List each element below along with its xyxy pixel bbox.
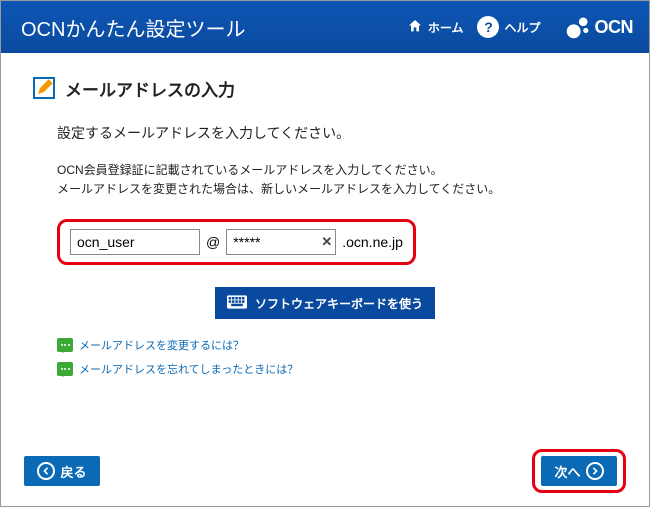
ocn-logo: OCN: [565, 14, 634, 40]
arrow-left-icon: [37, 462, 55, 480]
ocn-logo-icon: [565, 14, 591, 40]
desc-line-1: OCN会員登録証に記載されているメールアドレスを入力してください。: [57, 161, 619, 180]
software-keyboard-button[interactable]: ソフトウェアキーボードを使う: [215, 287, 435, 319]
next-label: 次へ: [554, 462, 580, 481]
email-domain-input[interactable]: [226, 229, 336, 255]
home-icon: [407, 18, 423, 37]
back-label: 戻る: [60, 462, 86, 481]
email-suffix: .ocn.ne.jp: [342, 234, 403, 250]
email-user-input[interactable]: [70, 229, 200, 255]
back-button[interactable]: 戻る: [24, 456, 100, 486]
clear-icon[interactable]: ✕: [321, 234, 332, 250]
desc-line-2: メールアドレスを変更された場合は、新しいメールアドレスを入力してください。: [57, 180, 619, 199]
chat-icon: [57, 362, 73, 376]
help-link-change-email[interactable]: メールアドレスを変更するには？: [57, 337, 619, 353]
ocn-logo-text: OCN: [595, 17, 634, 38]
email-domain-wrap: ✕: [226, 229, 336, 255]
header-links: ホーム ? ヘルプ OCN: [407, 14, 633, 40]
next-button[interactable]: 次へ: [541, 456, 617, 486]
help-label: ヘルプ: [504, 19, 540, 36]
section-title-row: メールアドレスの入力: [31, 75, 619, 101]
app-title: OCNかんたん設定ツール: [21, 13, 407, 42]
description: OCN会員登録証に記載されているメールアドレスを入力してください。 メールアドレ…: [57, 161, 619, 199]
help-link-label: メールアドレスを変更するには？: [79, 337, 244, 353]
help-link-label: メールアドレスを忘れてしまったときには？: [79, 361, 298, 377]
app-header: OCNかんたん設定ツール ホーム ? ヘルプ OCN: [1, 1, 649, 53]
arrow-right-icon: [586, 462, 604, 480]
help-icon: ?: [477, 16, 499, 38]
help-link[interactable]: ? ヘルプ: [477, 16, 540, 38]
edit-icon: [31, 75, 57, 101]
lead-text: 設定するメールアドレスを入力してください。: [57, 123, 619, 143]
main-content: メールアドレスの入力 設定するメールアドレスを入力してください。 OCN会員登録…: [1, 53, 649, 387]
next-button-highlight: 次へ: [532, 449, 626, 493]
email-input-group: @ ✕ .ocn.ne.jp: [57, 219, 416, 265]
footer: 戻る 次へ: [0, 449, 650, 493]
section-title: メールアドレスの入力: [65, 76, 235, 101]
help-link-forgot-email[interactable]: メールアドレスを忘れてしまったときには？: [57, 361, 619, 377]
software-keyboard-label: ソフトウェアキーボードを使う: [255, 295, 423, 312]
home-link[interactable]: ホーム: [407, 18, 464, 37]
chat-icon: [57, 338, 73, 352]
at-symbol: @: [206, 234, 220, 250]
home-label: ホーム: [428, 19, 464, 36]
help-links: メールアドレスを変更するには？ メールアドレスを忘れてしまったときには？: [57, 337, 619, 377]
keyboard-icon: [227, 295, 247, 312]
